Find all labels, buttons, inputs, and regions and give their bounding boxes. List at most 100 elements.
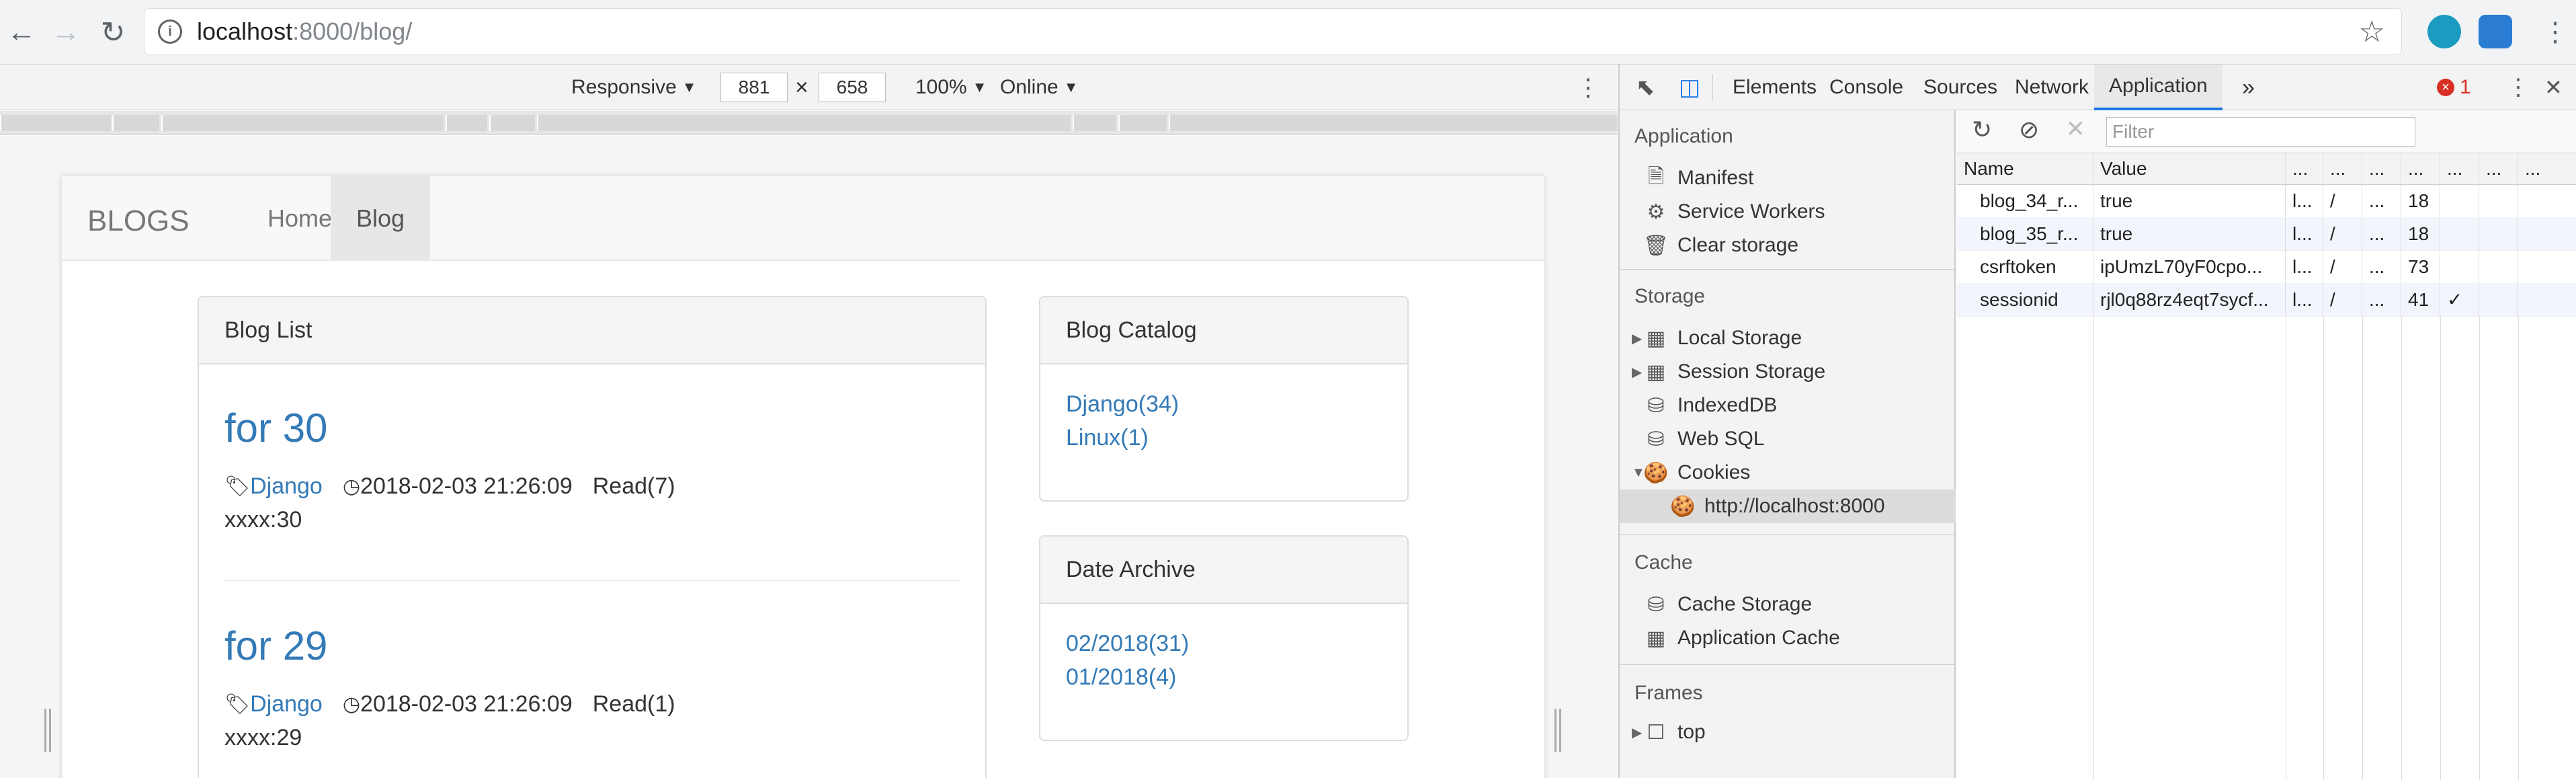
- kebab-menu-icon[interactable]: ⋮: [2534, 11, 2576, 54]
- sidebar-item-cookie-origin[interactable]: 🍪 http://localhost:8000: [1620, 490, 1956, 523]
- col-header-path[interactable]: ...: [2323, 153, 2362, 184]
- device-toggle-icon[interactable]: ◫: [1679, 65, 1700, 110]
- col-header-httponly[interactable]: ...: [2440, 153, 2479, 184]
- device-mode-select[interactable]: Responsive ▼: [571, 74, 697, 101]
- network-throttle-select[interactable]: Online ▼: [1000, 74, 1079, 101]
- cookies-view: ↻ ⊘ ✕ Filter Name Value ... ... ... ... …: [1957, 110, 2576, 780]
- section-cache: Cache: [1634, 551, 1693, 574]
- more-tabs-button[interactable]: »: [2242, 65, 2255, 110]
- sidebar-item-cookies[interactable]: ▼ 🍪 Cookies: [1620, 456, 1956, 490]
- col-header-size[interactable]: ...: [2401, 153, 2440, 184]
- cookies-toolbar: ↻ ⊘ ✕ Filter: [1957, 110, 2576, 153]
- url-text[interactable]: localhost:8000/blog/: [197, 17, 412, 46]
- post-tag-link[interactable]: Django: [250, 691, 323, 717]
- table-row[interactable]: csrftoken ipUmzL70yF0cpo... l... / ... 7…: [1957, 250, 2576, 284]
- tab-console[interactable]: Console: [1815, 65, 1918, 110]
- cookie-domain: l...: [2286, 217, 2323, 250]
- col-header-samesite[interactable]: ...: [2518, 153, 2576, 184]
- clear-all-icon[interactable]: ⊘: [2019, 116, 2039, 144]
- devtools-menu-icon[interactable]: ⋮: [2507, 65, 2530, 110]
- collapse-arrow-icon[interactable]: ▼: [1632, 465, 1645, 481]
- column-rule: [2440, 316, 2441, 780]
- table-grid-icon: ▦: [1646, 627, 1666, 650]
- trash-icon: 🗑: [1643, 234, 1669, 257]
- cookie-name: csrftoken: [1957, 250, 2093, 283]
- cookie-samesite: [2518, 217, 2576, 250]
- column-rule: [2518, 316, 2519, 780]
- frame-icon: ☐: [1647, 721, 1665, 744]
- viewport-height-input[interactable]: 658: [819, 73, 886, 102]
- cookie-domain: l...: [2286, 250, 2323, 283]
- sidebar-item-frame-top[interactable]: ▶ ☐ top: [1620, 715, 1956, 749]
- date-archive-panel: Date Archive 02/2018(31) 01/2018(4): [1039, 535, 1409, 741]
- post-title-link[interactable]: for 30: [224, 405, 327, 451]
- device-toolbar-menu-icon[interactable]: ⋮: [1576, 73, 1600, 101]
- sidebar-item-manifest[interactable]: 🗎 Manifest: [1620, 161, 1956, 195]
- col-header-domain[interactable]: ...: [2286, 153, 2323, 184]
- sidebar-item-local-storage[interactable]: ▶ ▦ Local Storage: [1620, 321, 1956, 355]
- post-tag-link[interactable]: Django: [250, 473, 323, 500]
- table-row[interactable]: blog_34_r... true l... / ... 18: [1957, 184, 2576, 218]
- refresh-icon[interactable]: ↻: [1972, 116, 1992, 144]
- delete-selected-icon[interactable]: ✕: [2066, 116, 2085, 143]
- col-header-secure[interactable]: ...: [2479, 153, 2518, 184]
- close-devtools-icon[interactable]: ✕: [2544, 65, 2563, 110]
- sidebar-item-application-cache[interactable]: ▦ Application Cache: [1620, 621, 1956, 655]
- sidebar-item-web-sql[interactable]: ⛁ Web SQL: [1620, 422, 1956, 456]
- post-title-link[interactable]: for 29: [224, 623, 327, 669]
- post-meta: 🏷 Django ◷ 2018-02-03 21:26:09 Read(1): [224, 691, 675, 717]
- sidebar-item-service-workers[interactable]: ⚙ Service Workers: [1620, 195, 1956, 229]
- cookie-samesite: [2518, 283, 2576, 316]
- blog-catalog-panel: Blog Catalog Django(34) Linux(1): [1039, 296, 1409, 502]
- post-divider: [224, 580, 961, 581]
- sidebar-item-clear-storage[interactable]: 🗑 Clear storage: [1620, 229, 1956, 262]
- catalog-link-linux[interactable]: Linux(1): [1066, 425, 1149, 451]
- tab-network[interactable]: Network: [2000, 65, 2104, 110]
- nav-blog[interactable]: Blog: [331, 176, 431, 261]
- table-row[interactable]: sessionid rjl0q88rz4eqt7sycf... l... / .…: [1957, 283, 2576, 317]
- col-header-value[interactable]: Value: [2093, 153, 2286, 184]
- extension-notebook-icon[interactable]: [2479, 15, 2512, 48]
- database-icon: ⛁: [1647, 593, 1665, 616]
- info-icon[interactable]: i: [158, 20, 182, 44]
- post-meta: 🏷 Django ◷ 2018-02-03 21:26:09 Read(7): [224, 473, 675, 500]
- tab-sources[interactable]: Sources: [1909, 65, 2012, 110]
- col-header-expires[interactable]: ...: [2362, 153, 2401, 184]
- post-read-count: Read(1): [592, 691, 675, 717]
- forward-icon[interactable]: →: [44, 11, 87, 54]
- catalog-link-django[interactable]: Django(34): [1066, 391, 1179, 418]
- column-rule: [2362, 316, 2363, 780]
- expand-arrow-icon[interactable]: ▶: [1632, 330, 1644, 347]
- cookie-httponly: [2440, 250, 2479, 283]
- media-query-ruler[interactable]: [0, 111, 1618, 135]
- viewport-resize-handle-right[interactable]: [1554, 709, 1561, 752]
- sidebar-item-indexeddb[interactable]: ⛁ IndexedDB: [1620, 389, 1956, 422]
- device-toolbar: Responsive ▼ 881 × 658 100% ▼ Online ▼ ⋮: [0, 65, 1618, 110]
- viewport-resize-handle-left[interactable]: [44, 709, 51, 752]
- cookie-filter-input[interactable]: Filter: [2106, 117, 2415, 147]
- archive-link-jan-2018[interactable]: 01/2018(4): [1066, 664, 1176, 691]
- zoom-select[interactable]: 100% ▼: [915, 74, 987, 101]
- star-icon[interactable]: ☆: [2359, 15, 2385, 49]
- table-row[interactable]: blog_35_r... true l... / ... 18: [1957, 217, 2576, 251]
- cookie-size: 18: [2401, 217, 2440, 250]
- expand-arrow-icon[interactable]: ▶: [1632, 724, 1644, 741]
- post-read-count: Read(7): [592, 473, 675, 499]
- viewport-width-input[interactable]: 881: [720, 73, 788, 102]
- cookie-expires: ...: [2362, 283, 2401, 316]
- error-counter[interactable]: × 1: [2437, 65, 2471, 110]
- address-bar[interactable]: i localhost:8000/blog/ ☆: [144, 8, 2402, 55]
- sidebar-item-session-storage[interactable]: ▶ ▦ Session Storage: [1620, 355, 1956, 389]
- archive-link-feb-2018[interactable]: 02/2018(31): [1066, 631, 1189, 657]
- inspect-element-icon[interactable]: ⬉: [1636, 65, 1655, 110]
- tab-application[interactable]: Application: [2094, 65, 2222, 110]
- expand-arrow-icon[interactable]: ▶: [1632, 364, 1644, 381]
- extension-gear-icon[interactable]: [2427, 15, 2461, 48]
- reload-icon[interactable]: ↻: [91, 11, 134, 54]
- site-brand[interactable]: BLOGS: [87, 204, 190, 238]
- cookie-value: true: [2093, 217, 2286, 250]
- back-icon[interactable]: ←: [0, 11, 43, 54]
- col-header-name[interactable]: Name: [1957, 153, 2093, 184]
- table-grid-icon: ▦: [1646, 327, 1666, 350]
- sidebar-item-cache-storage[interactable]: ⛁ Cache Storage: [1620, 588, 1956, 621]
